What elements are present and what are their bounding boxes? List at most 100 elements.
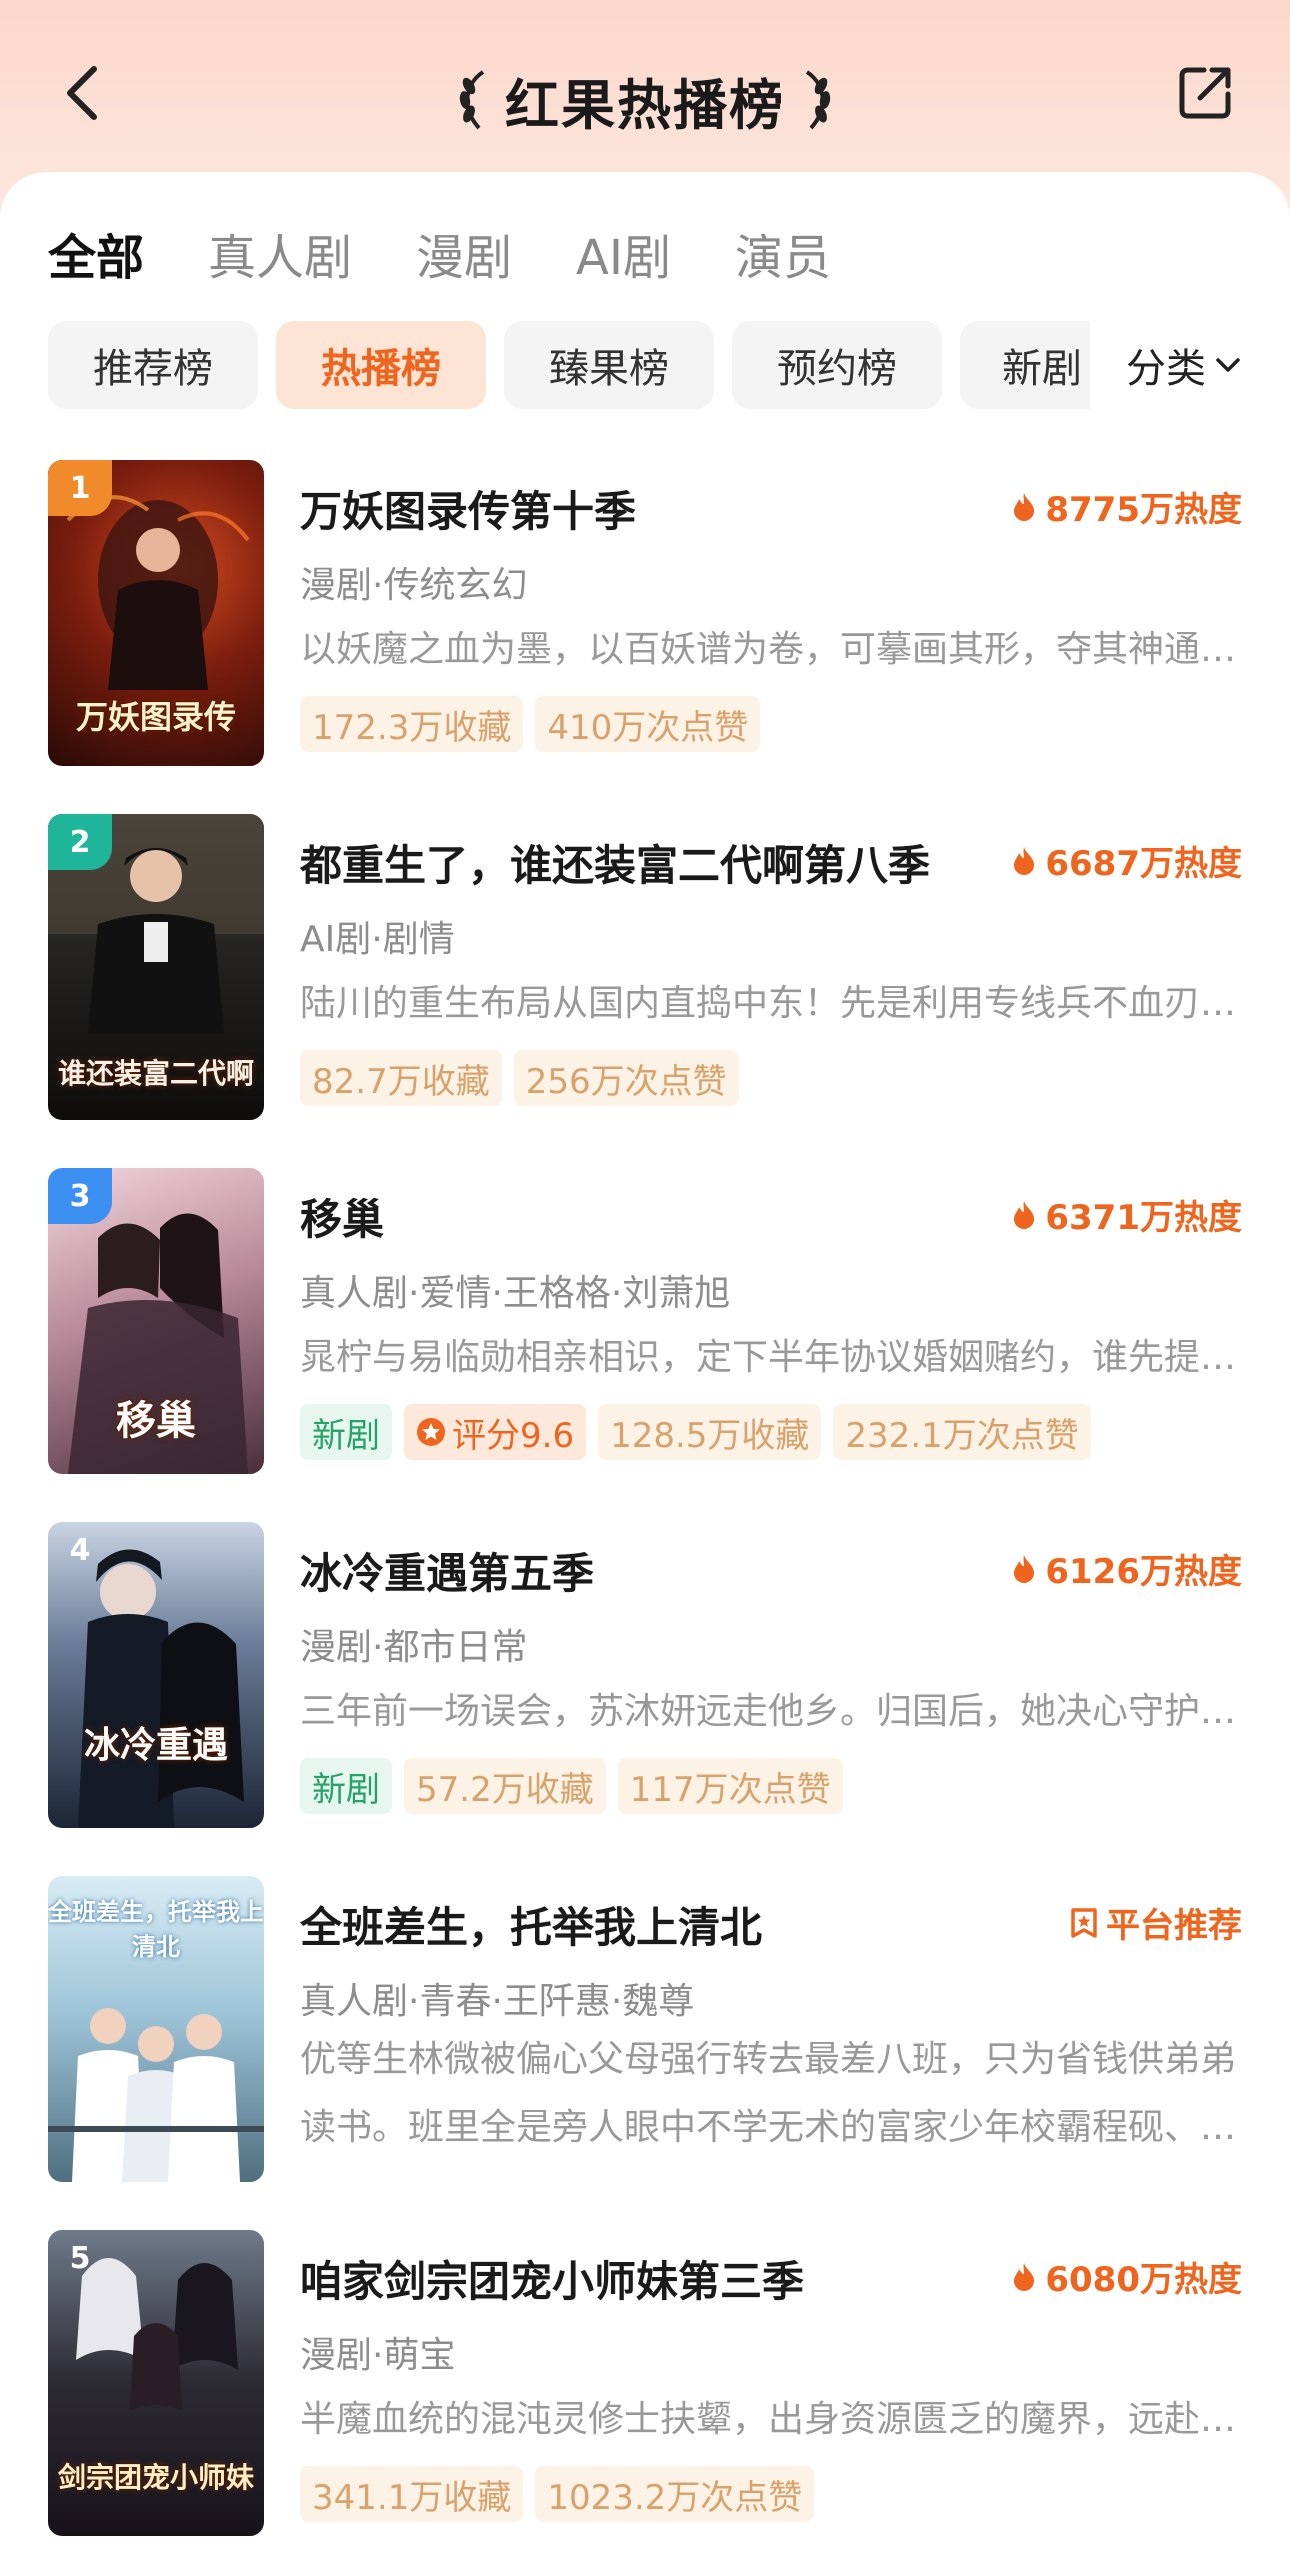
item-info: 都重生了，谁还装富二代啊第八季 6687万热度 AI剧·剧情 陆川的重生布局从国… [300, 814, 1242, 1120]
drama-meta: 漫剧·传统玄幻 [300, 565, 528, 606]
share-icon [1179, 67, 1231, 119]
share-button[interactable] [1176, 62, 1236, 122]
item-info: 咱家剑宗团宠小师妹第三季 6080万热度 漫剧·萌宝 半魔血统的混沌灵修士扶颦，… [300, 2230, 1242, 2536]
rank-badge: 4 [69, 1532, 91, 1568]
heat-text: 6371万热度 [1045, 1198, 1242, 1238]
cover-title-text: 剑宗团宠小师妹 [57, 2461, 254, 2494]
list-item[interactable]: 冰冷重遇 4 冰冷重遇第五季 6126万热度 漫剧·都市日常 三年前一场误会，苏… [0, 1522, 1290, 1876]
tab-all[interactable]: 全部 [48, 218, 144, 288]
heat-text: 6126万热度 [1045, 1552, 1242, 1592]
chip-reserve[interactable]: 预约榜 [732, 321, 942, 409]
cover-title-text: 全班差生，托举我上清北 [48, 1897, 264, 1961]
tag-row: 新剧 57.2万收藏 117万次点赞 [300, 1758, 855, 1814]
list-item[interactable]: 移巢 3 移巢 6371万热度 真人剧·爱情·王格格·刘萧旭 晁柠与易临勋相亲相… [0, 1168, 1290, 1522]
heat-value: 6371万热度 [1011, 1190, 1242, 1239]
cover-image[interactable]: 全班差生，托举我上清北 [48, 1876, 264, 2182]
type-tabs: 全部 真人剧 漫剧 AI剧 演员 [48, 218, 895, 288]
new-drama-tag: 新剧 [300, 1404, 392, 1460]
cover-image[interactable]: 剑宗团宠小师妹 5 [48, 2230, 264, 2536]
fire-icon [1014, 2262, 1035, 2291]
cover-image[interactable]: 谁还装富二代啊 2 [48, 814, 264, 1120]
drama-desc: 三年前一场误会，苏沐妍远走他乡。归国后，她决心守护… [300, 1691, 1237, 1732]
list-item[interactable]: 谁还装富二代啊 2 都重生了，谁还装富二代啊第八季 6687万热度 AI剧·剧情… [0, 814, 1290, 1168]
drama-title: 冰冷重遇第五季 [300, 1549, 595, 1598]
new-drama-tag: 新剧 [300, 1758, 392, 1814]
favorites-tag: 82.7万收藏 [300, 1050, 502, 1106]
chip-new[interactable]: 新剧 [960, 321, 1090, 409]
heat-text: 6080万热度 [1045, 2260, 1242, 2300]
tab-live-action[interactable]: 真人剧 [208, 218, 352, 288]
favorites-tag: 341.1万收藏 [300, 2466, 524, 2522]
chip-recommend[interactable]: 推荐榜 [48, 321, 258, 409]
item-info: 冰冷重遇第五季 6126万热度 漫剧·都市日常 三年前一场误会，苏沐妍远走他乡。… [300, 1522, 1242, 1828]
list-item-promoted[interactable]: 全班差生，托举我上清北 全班差生，托举我上清北 平台推荐 真人剧·青春·王阡惠·… [0, 1876, 1290, 2230]
page-title: 红果热播榜 [505, 73, 785, 137]
heat-text: 8775万热度 [1045, 490, 1242, 530]
drama-desc: 以妖魔之血为墨，以百妖谱为卷，可摹画其形，夺其神通… [300, 629, 1237, 670]
category-dropdown[interactable]: 分类 [1126, 332, 1242, 398]
category-label: 分类 [1126, 346, 1206, 392]
cover-title-text: 万妖图录传 [75, 698, 236, 736]
cover-title-text: 冰冷重遇 [83, 1724, 228, 1766]
drama-title: 都重生了，谁还装富二代啊第八季 [300, 841, 931, 890]
tag-row: 341.1万收藏 1023.2万次点赞 [300, 2466, 826, 2522]
likes-tag: 256万次点赞 [513, 1050, 739, 1106]
tag-row: 172.3万收藏 410万次点赞 [300, 696, 772, 752]
star-badge-icon [417, 1418, 445, 1446]
cover-image[interactable]: 移巢 3 [48, 1168, 264, 1474]
cover-image[interactable]: 冰冷重遇 4 [48, 1522, 264, 1828]
score-text: 评分9.6 [452, 1415, 575, 1456]
likes-tag: 232.1万次点赞 [833, 1404, 1091, 1460]
heat-text: 6687万热度 [1045, 844, 1242, 884]
drama-meta: 真人剧·青春·王阡惠·魏尊 [300, 1981, 695, 2022]
drama-meta: AI剧·剧情 [300, 919, 455, 960]
desc-line: 优等生林微被偏心父母强行转去最差八班，只为省钱供弟弟 [300, 2039, 1237, 2080]
cover-image[interactable]: 万妖图录传 1 [48, 460, 264, 766]
tab-comic[interactable]: 漫剧 [416, 218, 512, 288]
likes-tag: 117万次点赞 [617, 1758, 843, 1814]
bookmark-star-icon [1071, 1907, 1097, 1938]
cover-title-text: 谁还装富二代啊 [57, 1057, 254, 1090]
chip-premium[interactable]: 臻果榜 [504, 321, 714, 409]
chevron-down-icon [1216, 358, 1240, 372]
list-item[interactable]: 剑宗团宠小师妹 5 咱家剑宗团宠小师妹第三季 6080万热度 漫剧·萌宝 半魔血… [0, 2230, 1290, 2563]
platform-recommend-badge: 平台推荐 [1070, 1898, 1242, 1947]
score-tag: 评分9.6 [404, 1404, 587, 1460]
list-item[interactable]: 万妖图录传 1 万妖图录传第十季 8775万热度 漫剧·传统玄幻 以妖魔之血为墨… [0, 460, 1290, 814]
drama-meta: 漫剧·萌宝 [300, 2335, 456, 2376]
heat-value: 6687万热度 [1011, 836, 1242, 885]
ranking-list: 万妖图录传 1 万妖图录传第十季 8775万热度 漫剧·传统玄幻 以妖魔之血为墨… [0, 460, 1290, 2536]
likes-tag: 1023.2万次点赞 [535, 2466, 815, 2522]
tab-ai[interactable]: AI剧 [576, 218, 671, 288]
drama-desc: 晁柠与易临勋相亲相识，定下半年协议婚姻赌约，谁先提… [300, 1337, 1237, 1378]
drama-desc: 陆川的重生布局从国内直捣中东！先是利用专线兵不血刃… [300, 983, 1237, 1024]
item-info: 全班差生，托举我上清北 平台推荐 真人剧·青春·王阡惠·魏尊 优等生林微被偏心父… [300, 1876, 1242, 2182]
badge-text: 平台推荐 [1106, 1906, 1242, 1946]
fire-icon [1014, 1554, 1035, 1583]
rank-badge: 3 [48, 1168, 112, 1224]
drama-meta: 真人剧·爱情·王格格·刘萧旭 [300, 1273, 731, 1314]
item-info: 移巢 6371万热度 真人剧·爱情·王格格·刘萧旭 晁柠与易临勋相亲相识，定下半… [300, 1168, 1242, 1474]
cover-title-text: 移巢 [116, 1397, 196, 1444]
page-title-wrap: 红果热播榜 [0, 60, 1290, 140]
drama-title: 万妖图录传第十季 [300, 487, 637, 536]
tab-actors[interactable]: 演员 [735, 218, 831, 288]
fire-icon [1014, 492, 1035, 521]
rank-badge: 1 [48, 460, 112, 516]
fire-icon [1014, 1200, 1035, 1229]
drama-title: 移巢 [300, 1195, 385, 1244]
drama-title: 全班差生，托举我上清北 [300, 1903, 763, 1952]
chip-hot[interactable]: 热播榜 [276, 321, 486, 409]
tag-row: 新剧 评分9.6 128.5万收藏 232.1万次点赞 [300, 1404, 1103, 1460]
drama-desc: 半魔血统的混沌灵修士扶颦，出身资源匮乏的魔界，远赴… [300, 2399, 1237, 2440]
drama-meta: 漫剧·都市日常 [300, 1627, 528, 1668]
fire-icon [1014, 846, 1035, 875]
rank-badge: 5 [69, 2240, 91, 2276]
favorites-tag: 172.3万收藏 [300, 696, 524, 752]
laurel-left-icon [459, 70, 485, 130]
favorites-tag: 57.2万收藏 [404, 1758, 606, 1814]
nav-bar: 红果热播榜 [0, 0, 1290, 180]
favorites-tag: 128.5万收藏 [598, 1404, 822, 1460]
likes-tag: 410万次点赞 [535, 696, 761, 752]
heat-value: 6126万热度 [1011, 1544, 1242, 1593]
